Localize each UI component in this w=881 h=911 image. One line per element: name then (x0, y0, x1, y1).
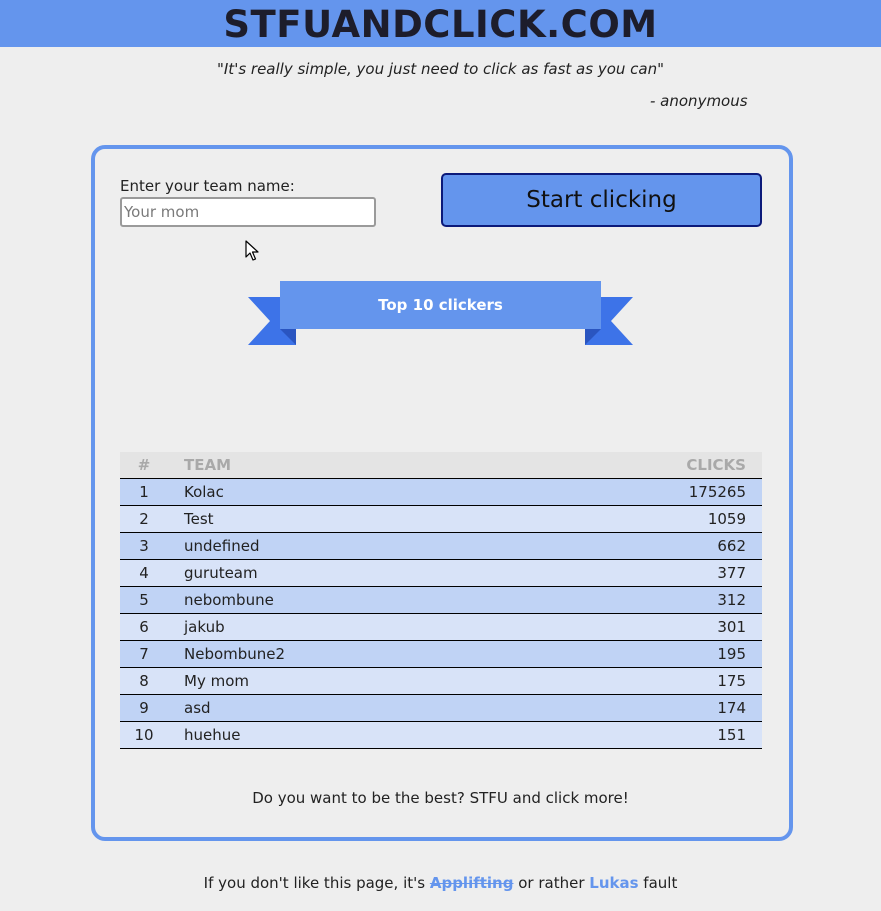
rank-cell: 8 (120, 667, 168, 695)
leaderboard-body: 1 Kolac 175265 2 Test 1059 3 undefined 662 4 gurut… (120, 478, 762, 749)
column-header-clicks: CLICKS (606, 452, 762, 479)
table-row: 1 Kolac 175265 (120, 478, 762, 506)
team-cell: Test (168, 505, 606, 533)
leaderboard-table: # TEAM CLICKS 1 Kolac 175265 2 Test 1059 3 unde… (120, 452, 762, 749)
column-header-team: TEAM (168, 452, 606, 479)
clicks-cell: 174 (606, 694, 762, 722)
clicks-cell: 175265 (606, 478, 762, 506)
team-cell: guruteam (168, 559, 606, 587)
start-clicking-button[interactable]: Start clicking (441, 173, 762, 227)
card-footer-text: Do you want to be the best? STFU and cli… (252, 789, 629, 807)
clicks-cell: 1059 (606, 505, 762, 533)
site-title: STFUANDCLICK.COM (223, 3, 658, 46)
rank-cell: 6 (120, 613, 168, 641)
team-cell: Kolac (168, 478, 606, 506)
rank-cell: 3 (120, 532, 168, 560)
footer-suffix: fault (638, 874, 678, 892)
team-cell: jakub (168, 613, 606, 641)
rank-cell: 9 (120, 694, 168, 722)
clicks-cell: 175 (606, 667, 762, 695)
clicks-cell: 195 (606, 640, 762, 668)
team-name-label: Enter your team name: (120, 177, 295, 195)
clicks-cell: 312 (606, 586, 762, 614)
rank-cell: 2 (120, 505, 168, 533)
lukas-link[interactable]: Lukas (589, 874, 638, 892)
leaderboard-header-row: # TEAM CLICKS (120, 452, 762, 479)
team-name-input[interactable] (120, 197, 376, 227)
team-cell: My mom (168, 667, 606, 695)
clicks-cell: 151 (606, 721, 762, 749)
clicks-cell: 301 (606, 613, 762, 641)
table-row: 10 huehue 151 (120, 721, 762, 749)
mouse-cursor-icon (245, 240, 259, 261)
table-row: 6 jakub 301 (120, 613, 762, 641)
rank-cell: 10 (120, 721, 168, 749)
table-row: 4 guruteam 377 (120, 559, 762, 587)
header-bar: STFUANDCLICK.COM (0, 0, 881, 47)
clicks-cell: 377 (606, 559, 762, 587)
table-row: 7 Nebombune2 195 (120, 640, 762, 668)
rank-cell: 1 (120, 478, 168, 506)
table-row: 3 undefined 662 (120, 532, 762, 560)
table-row: 9 asd 174 (120, 694, 762, 722)
team-cell: undefined (168, 532, 606, 560)
table-row: 8 My mom 175 (120, 667, 762, 695)
column-header-rank: # (120, 452, 168, 479)
team-cell: asd (168, 694, 606, 722)
ribbon-title: Top 10 clickers (378, 296, 503, 314)
team-cell: nebombune (168, 586, 606, 614)
quote-text: "It's really simple, you just need to cl… (216, 60, 665, 78)
footer-middle: or rather (513, 874, 590, 892)
team-cell: huehue (168, 721, 606, 749)
team-cell: Nebombune2 (168, 640, 606, 668)
rank-cell: 5 (120, 586, 168, 614)
rank-cell: 4 (120, 559, 168, 587)
table-row: 5 nebombune 312 (120, 586, 762, 614)
clicks-cell: 662 (606, 532, 762, 560)
table-row: 2 Test 1059 (120, 505, 762, 533)
page-footer: If you don't like this page, it's Applif… (0, 874, 881, 892)
rank-cell: 7 (120, 640, 168, 668)
applifting-link[interactable]: Applifting (430, 874, 514, 892)
quote-author: - anonymous (650, 92, 748, 110)
footer-prefix: If you don't like this page, it's (203, 874, 430, 892)
